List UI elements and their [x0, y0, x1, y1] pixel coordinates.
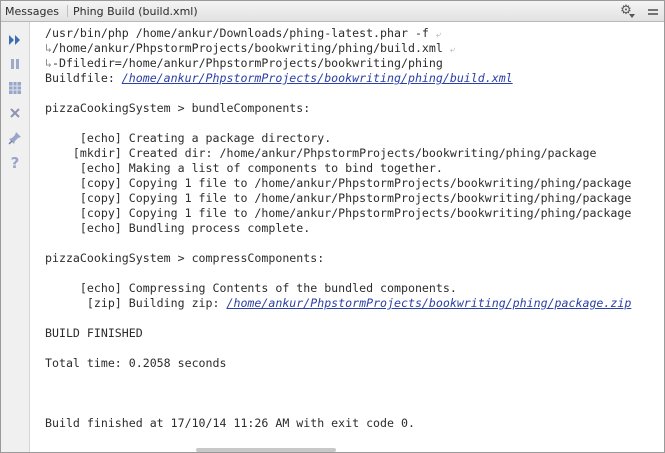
target-compress: pizzaCookingSystem > compressComponents:: [45, 251, 325, 265]
soft-wrap-icon: ⤶: [435, 30, 441, 40]
command-line-3: -Dfiledir=/home/ankur/PhpstormProjects/b…: [51, 56, 443, 70]
wrap-continuation-icon: ↳: [45, 56, 52, 70]
log-line: [echo] Compressing Contents of the bundl…: [45, 281, 457, 295]
zip-link[interactable]: /home/ankur/PhpstormProjects/bookwriting…: [226, 296, 631, 310]
log-line: [echo] Bundling process complete.: [45, 221, 311, 235]
help-icon[interactable]: ?: [5, 153, 25, 173]
zip-line: [zip] Building zip: /home/ankur/Phpstorm…: [45, 296, 631, 311]
command-line-cont-1: ↳/home/ankur/PhpstormProjects/bookwritin…: [45, 41, 455, 56]
horizontal-scrollbar[interactable]: [196, 448, 336, 452]
log-line: [copy] Copying 1 file to /home/ankur/Php…: [45, 191, 632, 205]
target-bundle: pizzaCookingSystem > bundleComponents:: [45, 101, 311, 115]
hide-panel-icon[interactable]: [645, 4, 661, 18]
command-line: /usr/bin/php /home/ankur/Downloads/phing…: [45, 26, 441, 41]
title-separator: [67, 5, 68, 17]
buildfile-link[interactable]: /home/ankur/PhpstormProjects/bookwriting…: [122, 71, 513, 85]
total-time: Total time: 0.2058 seconds: [45, 356, 227, 370]
zip-prefix: [zip] Building zip:: [45, 296, 227, 310]
panel-title: Messages: [5, 5, 59, 18]
close-icon[interactable]: [5, 103, 25, 123]
log-line: [copy] Copying 1 file to /home/ankur/Php…: [45, 176, 632, 190]
rerun-icon[interactable]: [5, 30, 25, 50]
command-line-cont-2: ↳-Dfiledir=/home/ankur/PhpstormProjects/…: [45, 56, 443, 71]
soft-wrap-icon: ⤶: [449, 45, 455, 55]
chevron-down-icon[interactable]: [629, 8, 635, 18]
log-line: [echo] Creating a package directory.: [45, 131, 332, 145]
console-output[interactable]: /usr/bin/php /home/ankur/Downloads/phing…: [30, 22, 664, 446]
log-line: [echo] Making a list of components to bi…: [45, 161, 443, 175]
panel-titlebar: Messages Phing Build (build.xml) ⚙: [1, 1, 664, 22]
log-line: [copy] Copying 1 file to /home/ankur/Php…: [45, 206, 632, 220]
pin-icon[interactable]: [5, 128, 25, 148]
wrap-continuation-icon: ↳: [45, 41, 52, 55]
final-status: Build finished at 17/10/14 11:26 AM with…: [45, 416, 415, 430]
output-icon[interactable]: [5, 78, 25, 98]
build-finished: BUILD FINISHED: [45, 326, 143, 340]
command-line-1: /usr/bin/php /home/ankur/Downloads/phing…: [45, 26, 429, 40]
buildfile-label: Buildfile:: [45, 71, 122, 85]
tool-strip: ?: [1, 22, 30, 452]
messages-panel: Messages Phing Build (build.xml) ⚙ ? /us…: [0, 0, 665, 453]
log-line: [mkdir] Created dir: /home/ankur/Phpstor…: [45, 146, 597, 160]
command-line-2: /home/ankur/PhpstormProjects/bookwriting…: [51, 41, 443, 55]
buildfile-line: Buildfile: /home/ankur/PhpstormProjects/…: [45, 71, 513, 86]
tab-phing-build[interactable]: Phing Build (build.xml): [73, 5, 198, 18]
pause-icon[interactable]: [5, 54, 25, 74]
